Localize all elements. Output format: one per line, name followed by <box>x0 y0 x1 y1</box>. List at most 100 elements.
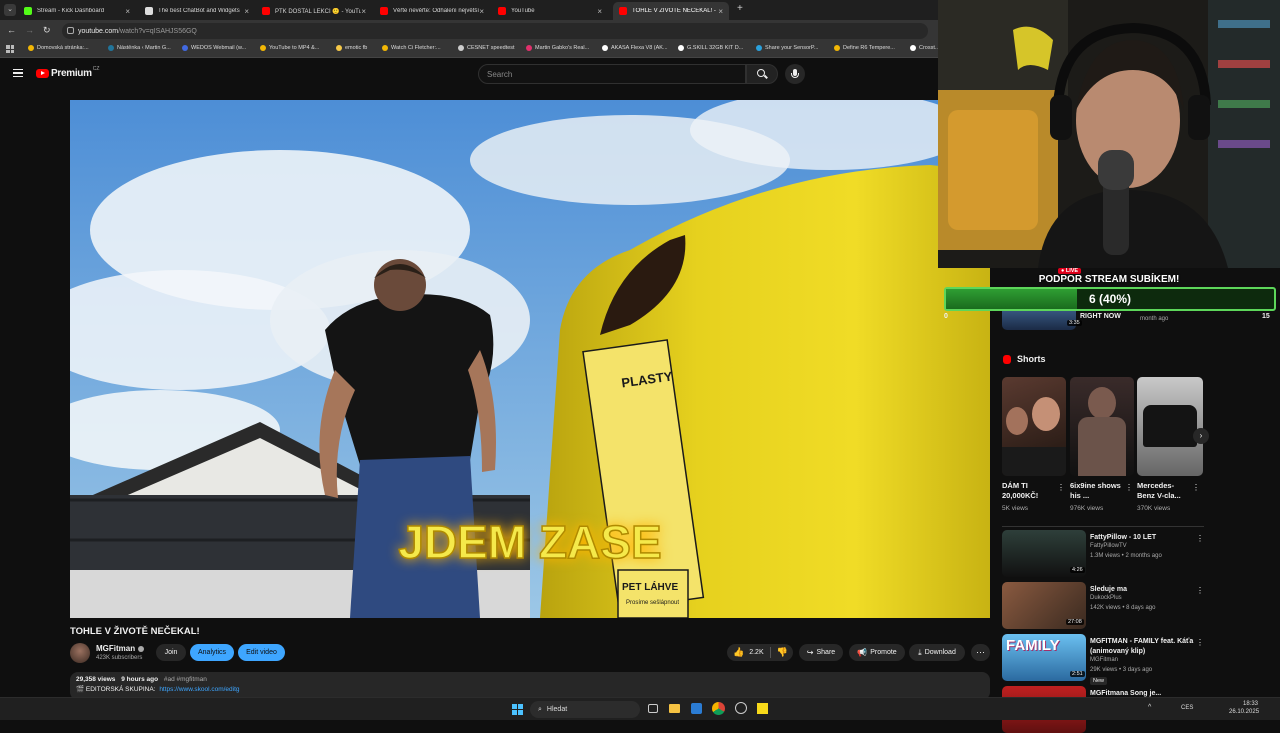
video-title[interactable]: Sleduje ma <box>1090 585 1198 595</box>
bookmark-item[interactable]: G.SKILL 32GB KIT D... <box>678 45 743 51</box>
chrome-icon[interactable] <box>712 702 725 715</box>
tab-search-icon[interactable]: ⌄ <box>4 4 16 16</box>
shorts-next-button[interactable]: › <box>1193 428 1209 444</box>
video-thumbnail[interactable] <box>1002 308 1076 330</box>
more-options-icon[interactable]: ⋮ <box>1196 638 1204 647</box>
clock-time[interactable]: 18:33 <box>1243 701 1258 707</box>
bookmark-item[interactable]: Define R6 Tempere... <box>834 45 895 51</box>
description-link[interactable]: https://www.skool.com/editg <box>159 686 239 693</box>
bookmark-label: YouTube to MP4 &... <box>269 45 320 51</box>
browser-tab[interactable]: TOHLE V ŽIVOTĚ NEČEKAL! - YouTube× <box>613 2 729 20</box>
tab-close-icon[interactable]: × <box>125 7 130 16</box>
bookmark-item[interactable]: Share your SensorP... <box>756 45 818 51</box>
back-icon[interactable]: ← <box>7 25 16 35</box>
more-options-icon[interactable]: ⋮ <box>1057 483 1065 492</box>
megaphone-icon: 📢 <box>857 648 868 657</box>
tab-close-icon[interactable]: × <box>597 7 602 16</box>
goal-min: 0 <box>944 313 948 320</box>
tab-title: Stream - Kick Dashboard <box>37 8 105 14</box>
tab-favicon-icon <box>380 7 388 15</box>
bookmark-item[interactable]: Martin Gabko's Real... <box>526 45 589 51</box>
sticky-notes-icon[interactable] <box>757 703 768 714</box>
apps-icon[interactable] <box>6 45 14 53</box>
taskbar-search[interactable]: ⌕ Hledat <box>530 701 640 718</box>
browser-tab[interactable]: Věřte nevěřte: Odhalení největší × <box>374 2 490 20</box>
bookmark-item[interactable]: YouTube to MP4 &... <box>260 45 319 51</box>
reload-icon[interactable]: ↻ <box>43 25 51 36</box>
more-options-icon[interactable]: ⋮ <box>1196 586 1204 595</box>
tab-close-icon[interactable]: × <box>361 7 366 16</box>
channel-name[interactable]: FattyPillowTV <box>1090 543 1127 549</box>
edit-video-button[interactable]: Edit video <box>238 644 285 661</box>
obs-icon[interactable] <box>735 702 747 714</box>
video-title[interactable]: FattyPillow - 10 LET <box>1090 533 1198 543</box>
bookmark-item[interactable]: Crosst... <box>910 45 939 51</box>
channel-name[interactable]: DukockPlus <box>1090 595 1122 601</box>
new-tab-button[interactable]: + <box>737 3 743 14</box>
browser-tab[interactable]: Stream - Kick Dashboard × <box>18 2 136 20</box>
short-views: 976K views <box>1070 505 1104 512</box>
like-icon[interactable]: 👍 <box>733 647 744 658</box>
more-options-icon[interactable]: ⋮ <box>1125 483 1133 492</box>
hashtags[interactable]: #ad #mgfitman <box>164 676 207 683</box>
short-title[interactable]: Mercedes-Benz V-cla... <box>1137 481 1189 501</box>
clock-date[interactable]: 26.10.2025 <box>1229 709 1259 715</box>
dislike-icon[interactable]: 👎 <box>777 647 788 658</box>
bookmark-item[interactable]: Watch Ci Fletcher:... <box>382 45 441 51</box>
file-explorer-icon[interactable] <box>669 704 680 713</box>
tab-close-icon[interactable]: × <box>479 7 484 16</box>
analytics-button[interactable]: Analytics <box>190 644 234 661</box>
search-input[interactable]: Search <box>478 64 746 84</box>
more-actions-button[interactable]: ⋯ <box>971 644 990 661</box>
upload-time: 9 hours ago <box>121 676 159 683</box>
search-button[interactable] <box>746 64 778 84</box>
video-title[interactable]: MGFITMAN - FAMILY feat. Káťa (animovaný … <box>1090 637 1198 657</box>
description-box[interactable]: 29,358 views 9 hours ago #ad #mgfitman 🎬… <box>70 672 990 700</box>
channel-avatar[interactable] <box>70 643 90 663</box>
menu-icon[interactable] <box>13 69 23 77</box>
short-title[interactable]: 6ix9ine shows his ... <box>1070 481 1122 501</box>
browser-tab[interactable]: YouTube × <box>492 2 608 20</box>
bookmark-item[interactable]: AKASA Flexa V8 (AK... <box>602 45 668 51</box>
short-views: 370K views <box>1137 505 1171 512</box>
tray-chevron-icon[interactable]: ^ <box>1148 704 1151 711</box>
tab-close-icon[interactable]: × <box>718 7 723 16</box>
join-button[interactable]: Join <box>156 644 186 661</box>
video-player[interactable]: JDEM ZASE PLASTY PET LÁHVE Prosíme sešlá… <box>70 100 990 618</box>
store-icon[interactable] <box>691 703 702 714</box>
bookmark-favicon-icon <box>260 45 266 51</box>
download-button[interactable]: ⤓ Download <box>909 644 965 661</box>
share-button[interactable]: ↪ Share <box>799 644 843 661</box>
task-view-icon[interactable] <box>648 704 658 713</box>
promote-button[interactable]: 📢 Promote <box>849 644 905 661</box>
webcam-feed <box>938 0 1280 268</box>
bookmark-item[interactable]: CESNET speedtest <box>458 45 515 51</box>
youtube-logo[interactable]: Premium CZ <box>36 66 99 79</box>
start-icon[interactable] <box>512 704 523 715</box>
short-card[interactable] <box>1002 377 1066 476</box>
divider <box>1002 526 1204 527</box>
voice-search-button[interactable] <box>785 64 805 84</box>
browser-tab[interactable]: The best ChatBot and Widgets × <box>139 2 255 20</box>
bookmark-label: Domovská stránka:... <box>37 45 89 51</box>
url-bar[interactable]: youtube.com/watch?v=qISAHJS56GQ <box>62 23 928 39</box>
short-title[interactable]: DÁM TI 20,000KČ! <box>1002 481 1054 501</box>
more-options-icon[interactable]: ⋮ <box>1196 534 1204 543</box>
browser-tab[interactable]: PTK DOSTAL LEKCI 🙂 - YouTube × <box>256 2 372 20</box>
share-icon: ↪ <box>806 648 814 657</box>
more-options-icon[interactable]: ⋮ <box>1192 483 1200 492</box>
channel-name[interactable]: MGFitman <box>1090 657 1118 663</box>
bookmark-item[interactable]: emotic fb <box>336 45 367 51</box>
site-info-icon[interactable] <box>67 27 74 34</box>
like-count[interactable]: 2.2K <box>749 649 763 656</box>
language-indicator[interactable]: CES <box>1181 705 1193 711</box>
channel-name[interactable]: MGFitman <box>96 644 145 653</box>
short-card[interactable] <box>1070 377 1134 476</box>
tab-close-icon[interactable]: × <box>244 7 249 16</box>
bookmark-item[interactable]: Nástěnka ‹ Martin G... <box>108 45 171 51</box>
thumbnail-text: FAMILY <box>1006 637 1060 654</box>
bookmark-item[interactable]: WEDOS Webmail (w... <box>182 45 246 51</box>
short-card[interactable] <box>1137 377 1203 476</box>
forward-icon[interactable]: → <box>25 25 34 35</box>
bookmark-item[interactable]: Domovská stránka:... <box>28 45 89 51</box>
